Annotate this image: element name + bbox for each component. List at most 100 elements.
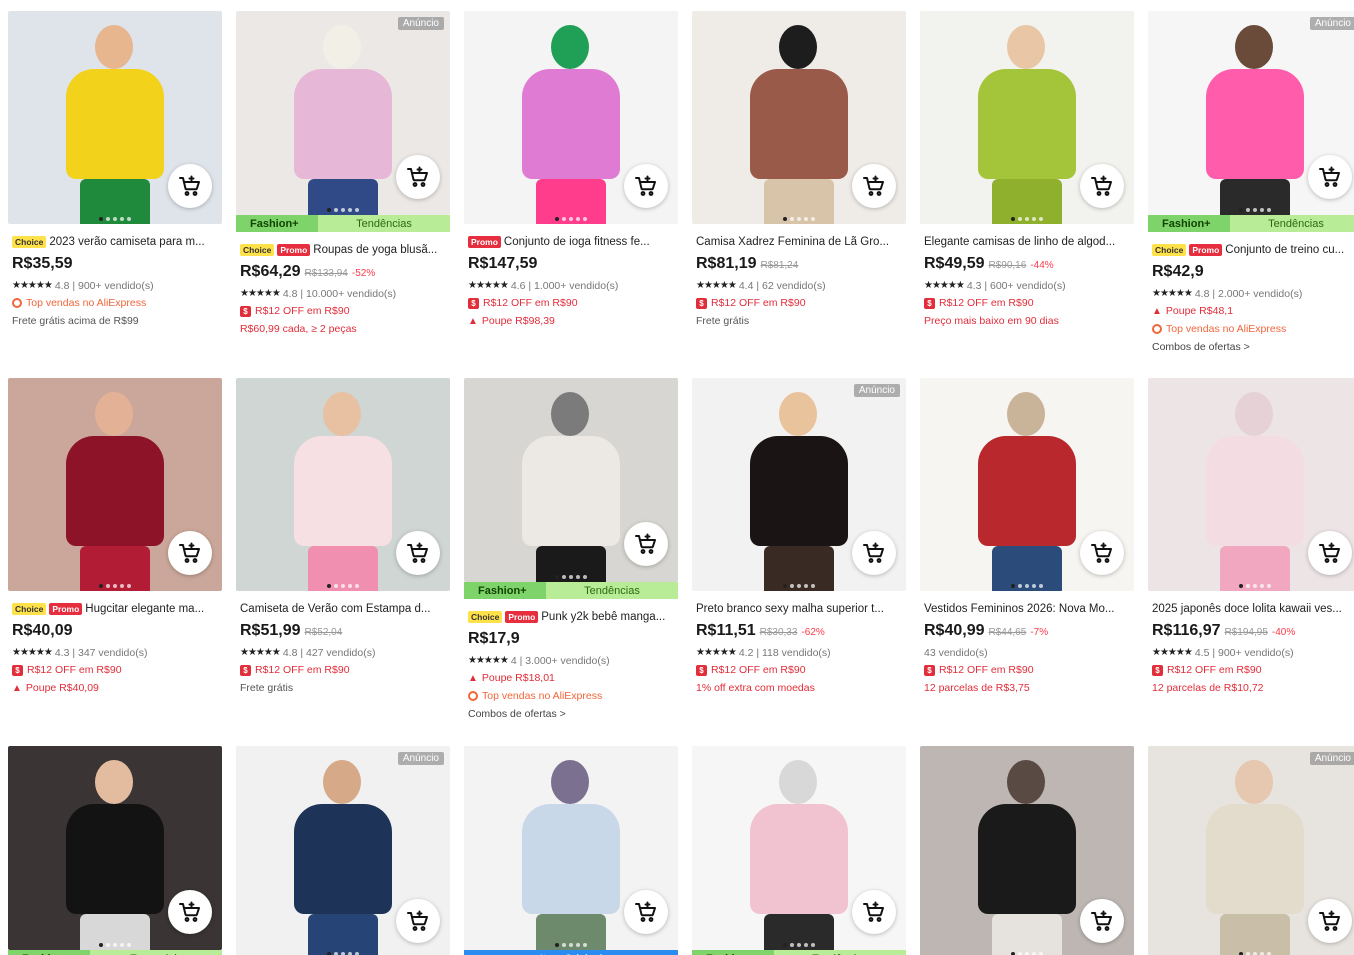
carousel-dot[interactable] <box>1253 584 1257 588</box>
carousel-dot[interactable] <box>790 584 794 588</box>
product-card[interactable]: Item Original <box>464 746 678 955</box>
add-to-cart-button[interactable] <box>1308 531 1352 575</box>
carousel-dot[interactable] <box>555 575 559 579</box>
add-to-cart-button[interactable] <box>1080 164 1124 208</box>
carousel-dot[interactable] <box>555 217 559 221</box>
carousel-dot[interactable] <box>334 208 338 212</box>
add-to-cart-button[interactable] <box>396 531 440 575</box>
add-to-cart-button[interactable] <box>168 531 212 575</box>
carousel-dot[interactable] <box>804 217 808 221</box>
add-to-cart-button[interactable] <box>168 164 212 208</box>
product-image[interactable]: Anúncio <box>236 746 450 955</box>
carousel-dot[interactable] <box>576 217 580 221</box>
carousel-dot[interactable] <box>341 584 345 588</box>
carousel-dot[interactable] <box>576 943 580 947</box>
carousel-dot[interactable] <box>106 943 110 947</box>
carousel-dot[interactable] <box>341 208 345 212</box>
carousel-dot[interactable] <box>1018 584 1022 588</box>
carousel-dot[interactable] <box>797 217 801 221</box>
add-to-cart-button[interactable] <box>852 164 896 208</box>
carousel-dot[interactable] <box>1239 208 1243 212</box>
add-to-cart-button[interactable] <box>396 155 440 199</box>
product-image[interactable] <box>692 746 906 950</box>
product-title[interactable]: Preto branco sexy malha superior t... <box>696 601 902 616</box>
carousel-dot[interactable] <box>1260 584 1264 588</box>
carousel-dot[interactable] <box>1260 208 1264 212</box>
product-card[interactable]: Fashion+Tendências <box>692 746 906 955</box>
add-to-cart-button[interactable] <box>624 164 668 208</box>
carousel-dot[interactable] <box>113 217 117 221</box>
carousel-dot[interactable] <box>99 217 103 221</box>
product-title[interactable]: Choice 2023 verão camiseta para m... <box>12 234 218 249</box>
carousel-dot[interactable] <box>1246 208 1250 212</box>
add-to-cart-button[interactable] <box>852 531 896 575</box>
product-image[interactable] <box>920 378 1134 591</box>
product-card[interactable]: Camisa Xadrez Feminina de Lã Gro... R$81,… <box>692 11 906 329</box>
carousel-dot[interactable] <box>790 217 794 221</box>
carousel-dot[interactable] <box>1239 584 1243 588</box>
product-card[interactable]: Anúncio <box>236 746 450 955</box>
product-image[interactable]: Anúncio <box>1148 11 1354 215</box>
carousel-dot[interactable] <box>113 943 117 947</box>
carousel-dot[interactable] <box>1011 584 1015 588</box>
carousel-dot[interactable] <box>106 584 110 588</box>
product-image[interactable]: Anúncio <box>1148 746 1354 955</box>
product-card[interactable]: Choice 2023 verão camiseta para m... R$35,… <box>8 11 222 329</box>
carousel-dot[interactable] <box>811 584 815 588</box>
product-image[interactable] <box>464 378 678 582</box>
carousel-dot[interactable] <box>1032 217 1036 221</box>
product-image[interactable] <box>920 746 1134 955</box>
carousel-dot[interactable] <box>562 575 566 579</box>
carousel-dot[interactable] <box>348 584 352 588</box>
product-image[interactable] <box>8 378 222 591</box>
product-card[interactable]: Anúncio Fashion+ Tendências Choice Promo Roup… <box>236 11 450 337</box>
product-image[interactable] <box>464 11 678 224</box>
product-card[interactable] <box>920 746 1134 955</box>
product-image[interactable] <box>920 11 1134 224</box>
product-image[interactable] <box>8 746 222 950</box>
add-to-cart-button[interactable] <box>396 899 440 943</box>
product-title[interactable]: Elegante camisas de linho de algod... <box>924 234 1130 249</box>
carousel-dot[interactable] <box>99 943 103 947</box>
carousel-dot[interactable] <box>1039 217 1043 221</box>
carousel-dot[interactable] <box>120 943 124 947</box>
carousel-dot[interactable] <box>1039 584 1043 588</box>
combo-offers-link[interactable]: Combos de ofertas > <box>468 706 674 722</box>
carousel-dot[interactable] <box>120 584 124 588</box>
product-title[interactable]: Choice Promo Punk y2k bebê manga... <box>468 609 674 624</box>
carousel-dot[interactable] <box>327 208 331 212</box>
add-to-cart-button[interactable] <box>1080 899 1124 943</box>
product-title[interactable]: Vestidos Femininos 2026: Nova Mo... <box>924 601 1130 616</box>
carousel-dot[interactable] <box>327 584 331 588</box>
product-card[interactable]: Elegante camisas de linho de algod... R$4… <box>920 11 1134 329</box>
carousel-dot[interactable] <box>797 943 801 947</box>
carousel-dot[interactable] <box>562 943 566 947</box>
product-title[interactable]: Choice Promo Conjunto de treino cu... <box>1152 242 1354 257</box>
carousel-dot[interactable] <box>804 943 808 947</box>
add-to-cart-button[interactable] <box>1308 899 1352 943</box>
product-image[interactable]: Anúncio <box>236 11 450 215</box>
carousel-dot[interactable] <box>1011 217 1015 221</box>
carousel-dot[interactable] <box>569 943 573 947</box>
carousel-dot[interactable] <box>1018 217 1022 221</box>
product-card[interactable]: Camiseta de Verão com Estampa d... R$51,9… <box>236 378 450 696</box>
carousel-dot[interactable] <box>562 217 566 221</box>
carousel-dot[interactable] <box>1267 208 1271 212</box>
carousel-dot[interactable] <box>790 943 794 947</box>
carousel-dot[interactable] <box>348 208 352 212</box>
product-card[interactable]: Anúncio Fashion+ Tendências Choice Promo Conj… <box>1148 11 1354 355</box>
carousel-dot[interactable] <box>127 217 131 221</box>
product-image[interactable]: Anúncio <box>692 378 906 591</box>
carousel-dot[interactable] <box>127 943 131 947</box>
product-card[interactable]: Fashion+ Tendências Choice Promo Punk y2k be… <box>464 378 678 722</box>
product-card[interactable]: 2025 japonês doce lolita kawaii ves... R$… <box>1148 378 1354 696</box>
product-title[interactable]: Choice Promo Roupas de yoga blusã... <box>240 242 446 257</box>
carousel-dot[interactable] <box>797 584 801 588</box>
product-title[interactable]: Promo Conjunto de ioga fitness fe... <box>468 234 674 249</box>
add-to-cart-button[interactable] <box>1080 531 1124 575</box>
carousel-dot[interactable] <box>811 217 815 221</box>
product-card[interactable]: Anúncio <box>1148 746 1354 955</box>
product-title[interactable]: 2025 japonês doce lolita kawaii ves... <box>1152 601 1354 616</box>
carousel-dot[interactable] <box>355 584 359 588</box>
product-title[interactable]: Camisa Xadrez Feminina de Lã Gro... <box>696 234 902 249</box>
